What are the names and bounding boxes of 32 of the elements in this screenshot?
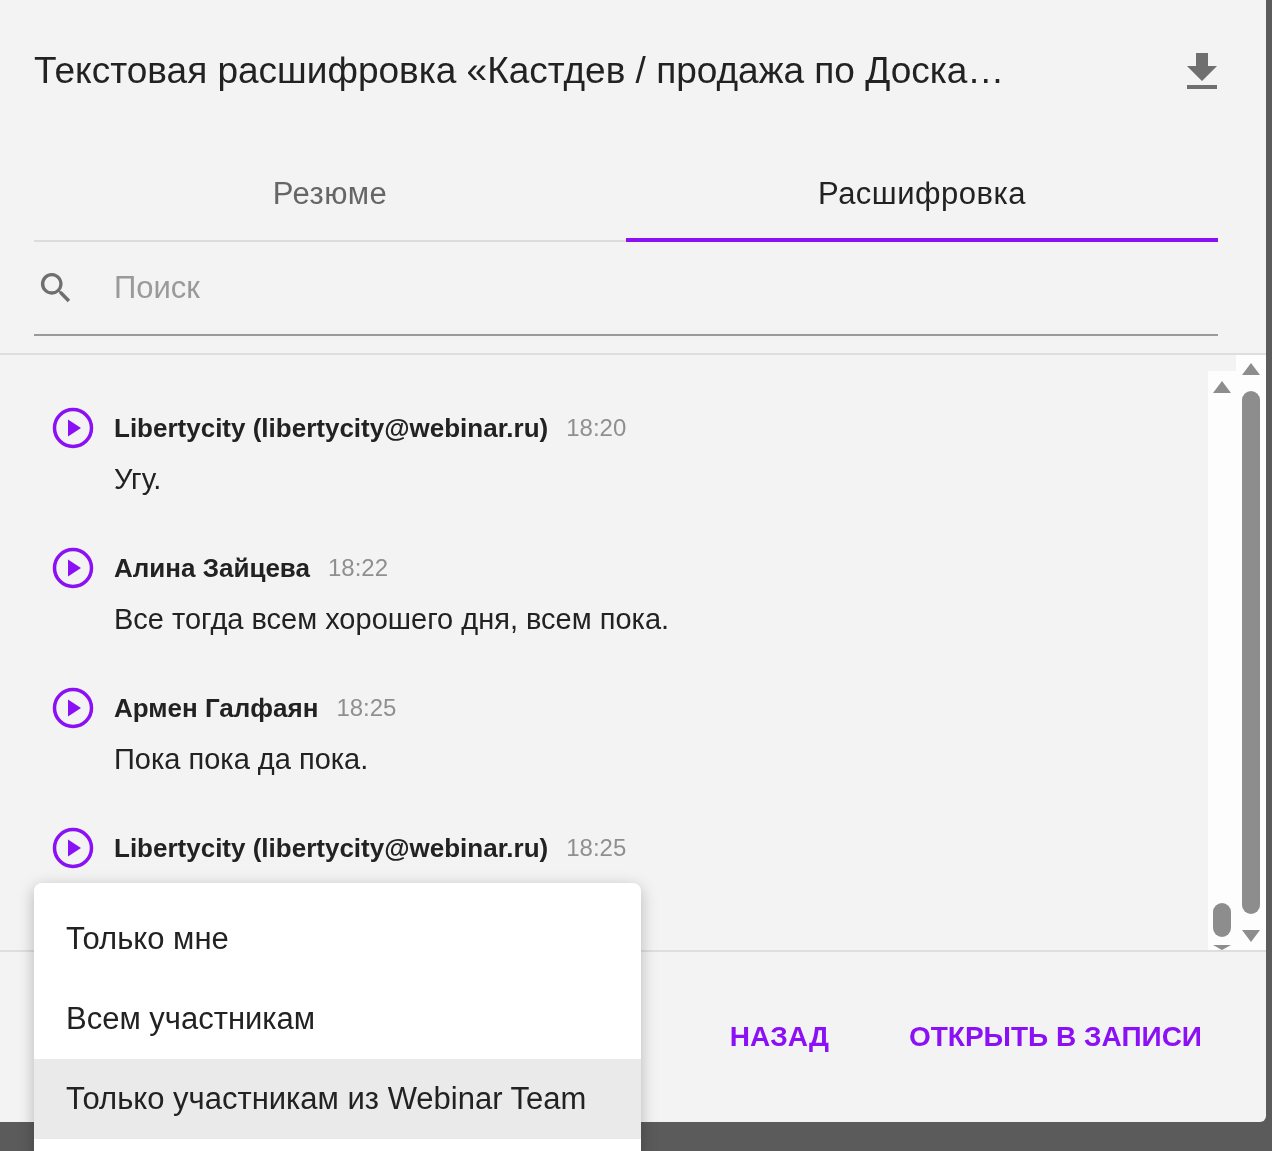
play-button[interactable] <box>52 687 94 729</box>
download-button[interactable] <box>1186 53 1218 89</box>
timestamp: 18:22 <box>327 554 388 582</box>
scrollbar[interactable] <box>1236 355 1266 950</box>
footer-button[interactable]: ОТКРЫТЬ В ЗАПИСИ <box>908 1021 1202 1053</box>
speaker-name: Libertycity (libertycity@webinar.ru) <box>114 832 549 864</box>
play-button[interactable] <box>52 827 94 869</box>
play-button[interactable] <box>52 547 94 589</box>
tab[interactable]: Резюме <box>34 150 626 242</box>
dialog-title: Текстовая расшифровка «Кастдев / продажа по Доска… <box>34 50 1005 92</box>
timestamp: 18:25 <box>566 834 627 862</box>
search-field[interactable]: Поиск <box>34 242 1218 336</box>
timestamp: 18:25 <box>336 694 397 722</box>
transcript-text: Все тогда всем хорошего дня, всем пока. <box>114 603 671 636</box>
footer-button[interactable]: НАЗАД <box>729 1021 829 1053</box>
scrollbar[interactable] <box>1208 371 1236 950</box>
download-icon <box>1186 53 1218 89</box>
play-button[interactable] <box>52 407 94 449</box>
play-icon <box>52 547 94 589</box>
timestamp: 18:20 <box>566 414 627 442</box>
transcript-text: Пока пока да пока. <box>114 743 370 776</box>
menu-item[interactable]: Всем участникам <box>34 979 641 1059</box>
menu-item[interactable]: Только мне <box>34 899 641 979</box>
tab[interactable]: Расшифровка <box>626 150 1218 242</box>
transcript-text: Угу. <box>114 463 163 496</box>
menu-item[interactable]: Только участникам из Webinar Team <box>34 1059 641 1139</box>
speaker-name: Армен Галфаян <box>114 692 319 724</box>
play-icon <box>52 407 94 449</box>
speaker-name: Libertycity (libertycity@webinar.ru) <box>114 412 549 444</box>
play-icon <box>52 687 94 729</box>
play-icon <box>52 827 94 869</box>
speaker-name: Алина Зайцева <box>114 552 310 584</box>
